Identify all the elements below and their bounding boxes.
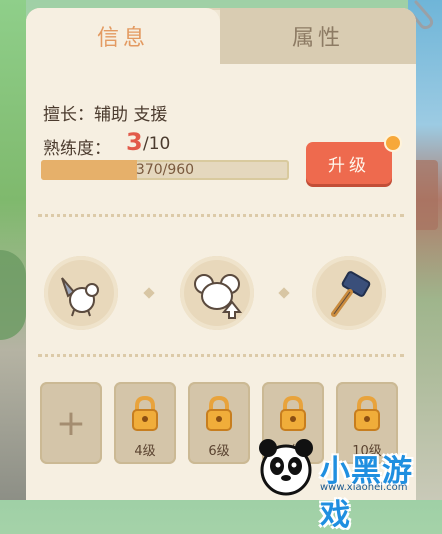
upgrade-button[interactable]: 升级 bbox=[306, 142, 392, 184]
panda-icon bbox=[259, 439, 313, 496]
plus-icon: + bbox=[55, 402, 87, 444]
character-panel: 信息 属性 擅长：辅助 支援 熟练度： 3 /10 370/960 升级 + 4… bbox=[26, 8, 416, 500]
notification-badge bbox=[384, 134, 402, 152]
watermark-url: www.xiaohei.com bbox=[320, 482, 408, 493]
proficiency-label: 熟练度： bbox=[43, 139, 111, 159]
divider bbox=[38, 354, 404, 357]
progress-text: 370/960 bbox=[135, 162, 195, 178]
skill-trumpet-mouse[interactable] bbox=[44, 256, 118, 330]
separator-dot bbox=[143, 287, 155, 299]
hammer-icon bbox=[331, 271, 371, 317]
background-left bbox=[0, 0, 26, 500]
slot-locked[interactable]: 4级 bbox=[114, 382, 176, 464]
watermark-logo: 小黑游戏 www.xiaohei.com bbox=[252, 430, 442, 533]
tab-attributes[interactable]: 属性 bbox=[220, 8, 416, 64]
separator-dot bbox=[278, 287, 290, 299]
lock-icon bbox=[206, 395, 232, 431]
tab-info[interactable]: 信息 bbox=[26, 8, 220, 64]
proficiency-progress-bar: 370/960 bbox=[41, 160, 289, 180]
specialty-text: 擅长：辅助 支援 bbox=[43, 105, 168, 125]
proficiency-max: /10 bbox=[143, 134, 171, 154]
skill-hammer[interactable] bbox=[312, 256, 386, 330]
slot-locked[interactable]: 6级 bbox=[188, 382, 250, 464]
divider bbox=[38, 214, 404, 217]
lock-icon bbox=[132, 395, 158, 431]
trumpet-mouse-icon bbox=[61, 277, 99, 317]
tab-bar: 信息 属性 bbox=[26, 8, 416, 64]
mouse-upgrade-icon bbox=[194, 274, 243, 319]
slot-add[interactable]: + bbox=[40, 382, 102, 464]
slot-level: 4级 bbox=[134, 444, 156, 459]
proficiency-value: 3 bbox=[126, 128, 143, 156]
skill-mouse-upgrade[interactable] bbox=[180, 256, 254, 330]
slot-level: 6级 bbox=[208, 444, 230, 459]
